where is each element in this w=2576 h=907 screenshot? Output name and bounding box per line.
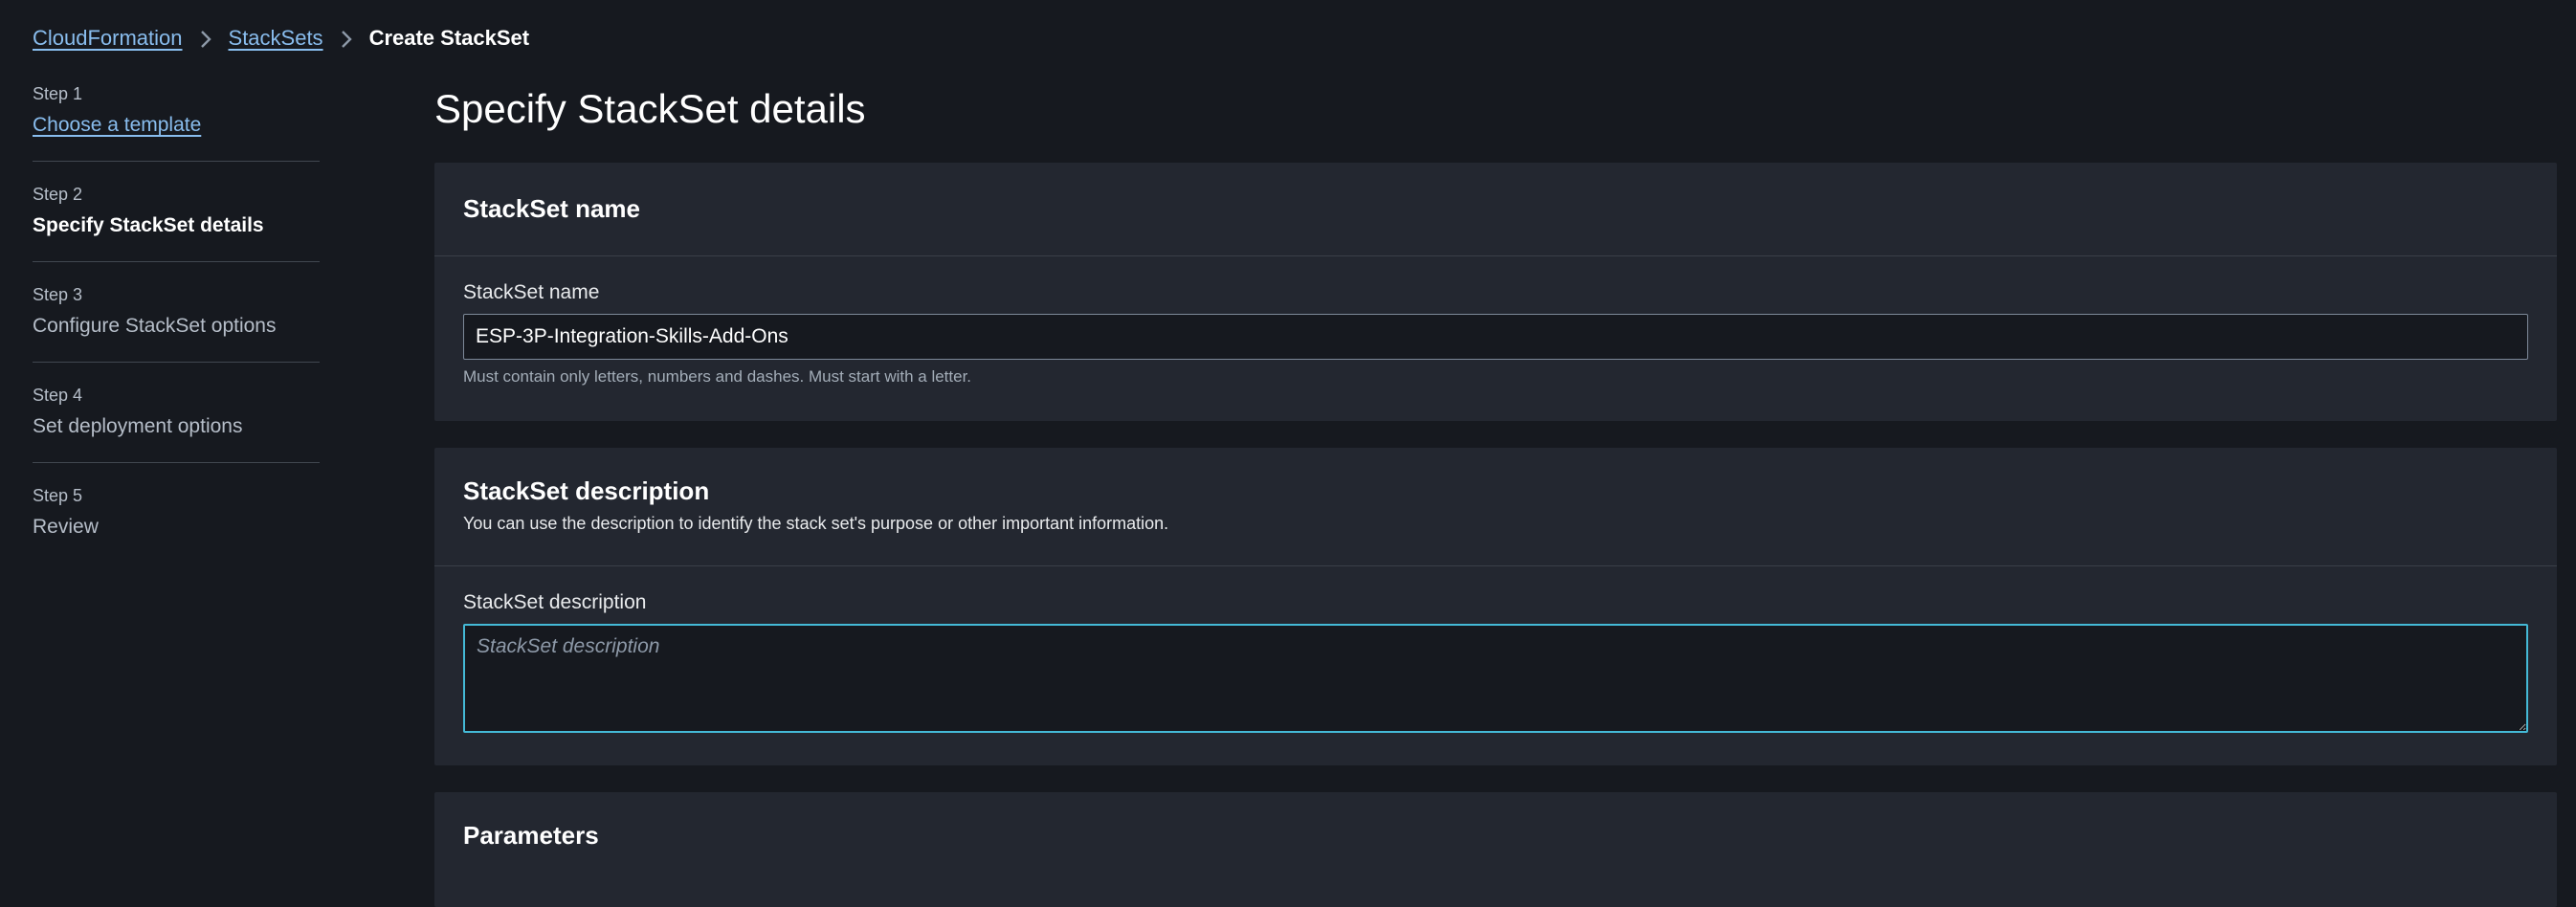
step-title: Configure StackSet options [33, 315, 277, 337]
step-number: Step 4 [33, 386, 83, 405]
panel-header: StackSet description You can use the des… [434, 448, 2557, 566]
stackset-name-panel: StackSet name StackSet name Must contain… [434, 163, 2557, 421]
wizard-step-3: Step 3 Configure StackSet options [33, 283, 320, 363]
wizard-step-5: Step 5 Review [33, 484, 320, 563]
step-choose-template-link[interactable]: Choose a template [33, 111, 320, 140]
breadcrumb: CloudFormation StackSets Create StackSet [33, 23, 529, 54]
stackset-description-textarea[interactable] [463, 624, 2528, 733]
stackset-description-label: StackSet description [463, 591, 647, 613]
constraint-text: Must contain only letters, numbers and d… [463, 367, 972, 386]
step-number: Step 2 [33, 185, 83, 204]
page-title: Specify StackSet details [434, 86, 866, 131]
panel-body: StackSet description [434, 566, 2557, 738]
chevron-right-icon [183, 26, 229, 51]
stackset-description-panel: StackSet description You can use the des… [434, 448, 2557, 765]
panel-header: Parameters [434, 792, 2557, 907]
panel-header: StackSet name [434, 163, 2557, 256]
stackset-name-input[interactable] [463, 314, 2528, 360]
panel-body: StackSet name Must contain only letters,… [434, 256, 2557, 387]
breadcrumb-current: Create StackSet [368, 26, 530, 50]
panel-header-title: Parameters [463, 821, 599, 850]
step-title: Set deployment options [33, 415, 243, 437]
wizard-step-1: Step 1 Choose a template [33, 82, 320, 162]
breadcrumb-cloudformation-link[interactable]: CloudFormation [33, 26, 183, 51]
step-number: Step 5 [33, 486, 83, 505]
parameters-panel: Parameters [434, 792, 2557, 907]
wizard-step-2: Step 2 Specify StackSet details [33, 183, 320, 262]
wizard-step-4: Step 4 Set deployment options [33, 384, 320, 463]
breadcrumb-stacksets-link[interactable]: StackSets [229, 26, 323, 51]
panel-header-description: You can use the description to identify … [463, 514, 1169, 533]
step-number: Step 3 [33, 285, 83, 304]
panel-header-title: StackSet description [463, 476, 710, 505]
step-number: Step 1 [33, 84, 83, 103]
panel-header-title: StackSet name [463, 194, 640, 223]
wizard-steps-nav: Step 1 Choose a template Step 2 Specify … [33, 82, 320, 584]
step-title: Review [33, 516, 99, 538]
step-current-title: Specify StackSet details [33, 214, 264, 236]
chevron-right-icon [323, 26, 369, 51]
stackset-name-label: StackSet name [463, 281, 600, 303]
